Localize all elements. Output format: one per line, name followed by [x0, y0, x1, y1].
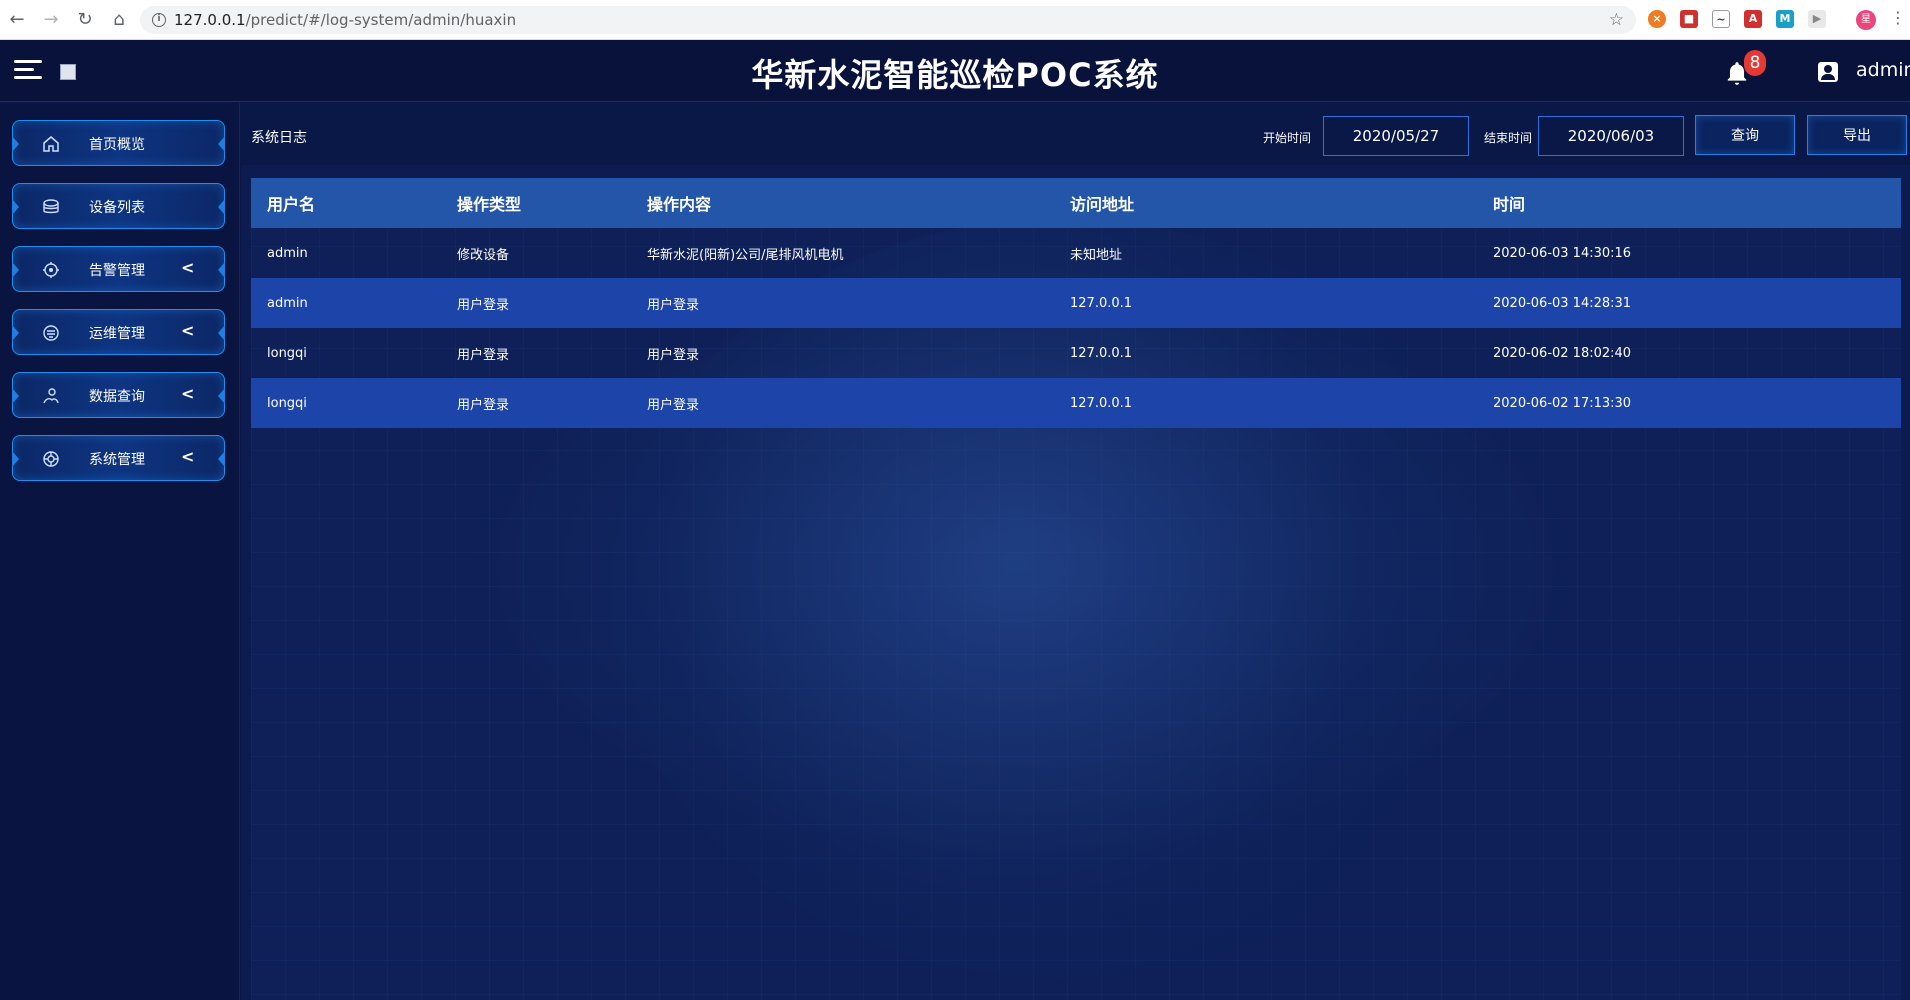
sidebar-item-label: 运维管理: [89, 326, 145, 342]
chevron-left-icon: <: [181, 384, 195, 403]
alarm-icon: [43, 262, 59, 278]
sidebar-item-home[interactable]: 首页概览: [12, 120, 225, 166]
home-browser-icon[interactable]: ⌂: [102, 0, 136, 40]
extensions-area: × ■ ~ A M ▶: [1648, 10, 1840, 28]
reload-icon[interactable]: ↻: [68, 0, 102, 40]
app-header: 华新水泥智能巡检POC系统 8 admin: [0, 40, 1910, 102]
table-header-row: 用户名 操作类型 操作内容 访问地址 时间: [251, 178, 1901, 228]
sidebar-item-data-query[interactable]: 数据查询 <: [12, 372, 225, 418]
column-header-time: 时间: [1493, 195, 1526, 214]
notifications-button[interactable]: 8: [1722, 50, 1766, 90]
devices-icon: [43, 199, 59, 214]
bookmark-star-icon[interactable]: ☆: [1609, 10, 1624, 30]
sidebar-item-label: 系统管理: [89, 452, 145, 468]
cell-operation-type: 用户登录: [457, 397, 510, 413]
cell-access-address: 未知地址: [1070, 247, 1123, 263]
table-row[interactable]: longqi 用户登录 用户登录 127.0.0.1 2020-06-02 18…: [251, 328, 1901, 378]
extension-arrow-icon[interactable]: ▶: [1808, 10, 1826, 28]
sidebar-item-label: 首页概览: [89, 137, 145, 153]
cell-time: 2020-06-02 18:02:40: [1493, 345, 1632, 361]
cell-time: 2020-06-03 14:30:16: [1493, 245, 1632, 261]
cell-username: longqi: [267, 345, 307, 361]
browser-menu-icon[interactable]: ⋮: [1890, 8, 1906, 27]
url-path: /predict/#/log-system/admin/huaxin: [245, 11, 517, 29]
browser-profile-avatar[interactable]: 星: [1856, 10, 1876, 30]
extension-red-book-icon[interactable]: ■: [1680, 10, 1698, 28]
chevron-left-icon: <: [181, 321, 195, 340]
sidebar-item-maintenance[interactable]: 运维管理 <: [12, 309, 225, 355]
sidebar: 首页概览 设备列表 告警管理 < 运维管理 < 数据查询 < 系统管理 <: [0, 103, 240, 1000]
cell-time: 2020-06-03 14:28:31: [1493, 295, 1632, 311]
column-header-access-address: 访问地址: [1070, 195, 1135, 214]
extension-chart-icon[interactable]: ~: [1712, 10, 1730, 28]
cell-operation-content: 用户登录: [647, 347, 700, 363]
sidebar-item-system[interactable]: 系统管理 <: [12, 435, 225, 481]
username-label[interactable]: admin: [1856, 59, 1910, 81]
cell-operation-type: 用户登录: [457, 347, 510, 363]
home-icon: [43, 136, 59, 152]
cell-time: 2020-06-02 17:13:30: [1493, 395, 1632, 411]
main-content: 系统日志 开始时间 结束时间 查询 导出 用户名 操作类型 操作内容 访问地址 …: [241, 103, 1910, 1000]
end-time-label: 结束时间: [1484, 131, 1533, 145]
sidebar-item-devices[interactable]: 设备列表: [12, 183, 225, 229]
cell-operation-type: 用户登录: [457, 297, 510, 313]
start-date-input[interactable]: [1323, 116, 1469, 156]
column-header-operation-content: 操作内容: [647, 195, 712, 214]
url-host: 127.0.0.1: [174, 11, 246, 29]
notification-count-badge: 8: [1744, 50, 1766, 76]
sidebar-item-label: 告警管理: [89, 263, 145, 279]
sidebar-item-alarm[interactable]: 告警管理 <: [12, 246, 225, 292]
extension-orange-icon[interactable]: ×: [1648, 10, 1666, 28]
table-row[interactable]: admin 修改设备 华新水泥(阳新)公司/尾排风机电机 未知地址 2020-0…: [251, 228, 1901, 278]
cell-username: admin: [267, 245, 308, 261]
app-title: 华新水泥智能巡检POC系统: [751, 56, 1159, 94]
system-settings-icon: [43, 451, 59, 467]
extension-angular-icon[interactable]: A: [1744, 10, 1762, 28]
chevron-left-icon: <: [181, 258, 195, 277]
cell-operation-content: 用户登录: [647, 397, 700, 413]
forward-arrow-icon[interactable]: →: [34, 0, 68, 40]
column-header-username: 用户名: [267, 195, 316, 214]
table-row[interactable]: admin 用户登录 用户登录 127.0.0.1 2020-06-03 14:…: [251, 278, 1901, 328]
cell-operation-content: 用户登录: [647, 297, 700, 313]
browser-toolbar: ← → ↻ ⌂ i 127.0.0.1/predict/#/log-system…: [0, 0, 1910, 40]
user-account-icon[interactable]: [1818, 62, 1838, 82]
cell-access-address: 127.0.0.1: [1070, 295, 1133, 311]
cell-username: admin: [267, 295, 308, 311]
sidebar-item-label: 设备列表: [89, 200, 145, 216]
chevron-left-icon: <: [181, 447, 195, 466]
address-bar[interactable]: i 127.0.0.1/predict/#/log-system/admin/h…: [140, 6, 1636, 34]
site-info-icon[interactable]: i: [152, 13, 166, 27]
log-table: 用户名 操作类型 操作内容 访问地址 时间 admin 修改设备 华新水泥(阳新…: [251, 178, 1901, 428]
column-header-operation-type: 操作类型: [457, 195, 522, 214]
table-row[interactable]: longqi 用户登录 用户登录 127.0.0.1 2020-06-02 17…: [251, 378, 1901, 428]
maintenance-icon: [43, 325, 59, 341]
sidebar-item-label: 数据查询: [89, 389, 145, 405]
cell-access-address: 127.0.0.1: [1070, 395, 1133, 411]
log-toolbar: 系统日志 开始时间 结束时间 查询 导出: [241, 103, 1910, 165]
end-date-input[interactable]: [1538, 116, 1684, 156]
cell-operation-type: 修改设备: [457, 247, 510, 263]
cell-operation-content: 华新水泥(阳新)公司/尾排风机电机: [647, 247, 844, 263]
page-title: 系统日志: [251, 130, 307, 146]
cell-username: longqi: [267, 395, 307, 411]
start-time-label: 开始时间: [1263, 131, 1312, 145]
cell-access-address: 127.0.0.1: [1070, 345, 1133, 361]
export-button[interactable]: 导出: [1807, 115, 1907, 155]
log-table-panel: 用户名 操作类型 操作内容 访问地址 时间 admin 修改设备 华新水泥(阳新…: [251, 178, 1901, 1000]
extension-m-icon[interactable]: M: [1776, 10, 1794, 28]
query-button[interactable]: 查询: [1695, 115, 1795, 155]
data-query-icon: [43, 388, 59, 404]
back-arrow-icon[interactable]: ←: [0, 0, 34, 40]
